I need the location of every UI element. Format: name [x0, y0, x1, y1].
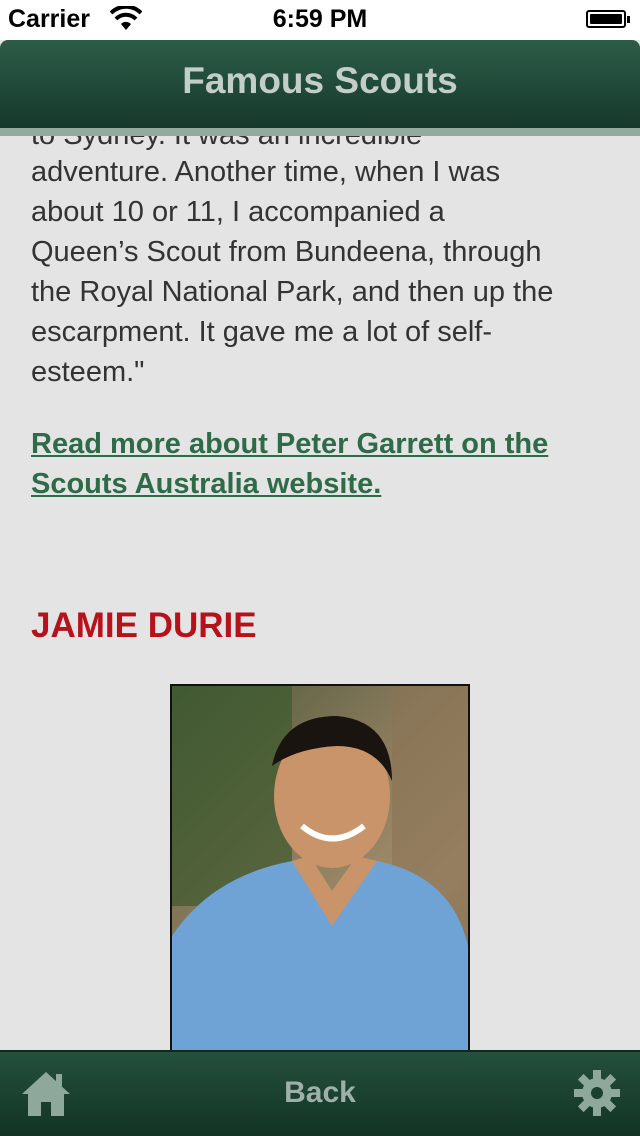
- page-title: Famous Scouts: [182, 60, 458, 101]
- quote-paragraph: adventure. Another time, when I was abou…: [31, 152, 621, 392]
- article-content[interactable]: to Sydney. It was an incredible adventur…: [0, 136, 640, 1050]
- scout-photo: [170, 684, 470, 1050]
- bottom-toolbar: Back: [0, 1050, 640, 1136]
- paragraph-line: about 10 or 11, I accompanied a: [31, 196, 445, 228]
- paragraph-line: Queen’s Scout from Bundeena, through: [31, 236, 542, 268]
- link-line[interactable]: Read more about Peter Garrett on the: [31, 424, 621, 464]
- paragraph-line: esteem.": [31, 356, 145, 388]
- status-bar: Carrier 6:59 PM: [0, 0, 640, 40]
- scout-name-heading: JAMIE DURIE: [31, 606, 257, 645]
- battery-icon: [586, 10, 630, 28]
- truncated-text: to Sydney. It was an incredible: [31, 136, 422, 152]
- paragraph-line: the Royal National Park, and then up the: [31, 276, 554, 308]
- paragraph-line: escarpment. It gave me a lot of self-: [31, 316, 492, 348]
- navigation-bar: Famous Scouts: [0, 40, 640, 136]
- portrait-illustration: [172, 686, 468, 1050]
- link-line[interactable]: Scouts Australia website.: [31, 464, 621, 504]
- read-more-link[interactable]: Read more about Peter Garrett on the Sco…: [31, 424, 621, 504]
- status-time: 6:59 PM: [272, 5, 368, 33]
- gear-icon[interactable]: [572, 1068, 622, 1118]
- paragraph-line: adventure. Another time, when I was: [31, 156, 501, 188]
- back-button[interactable]: Back: [0, 1076, 640, 1110]
